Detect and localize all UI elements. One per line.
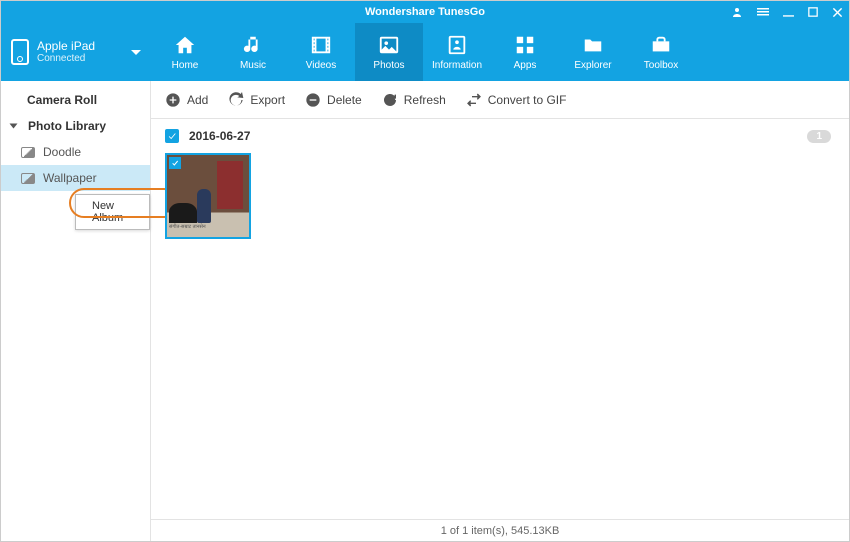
sidebar: Camera Roll Photo Library Doodle Wallpap… [1, 81, 151, 541]
export-button[interactable]: Export [228, 92, 285, 108]
nav-toolbox[interactable]: Toolbox [627, 23, 695, 81]
device-name: Apple iPad [37, 39, 95, 53]
sidebar-label: Doodle [43, 145, 81, 159]
nav-label: Explorer [574, 60, 611, 71]
sidebar-item-wallpaper[interactable]: Wallpaper [1, 165, 150, 191]
nav-label: Videos [306, 60, 336, 71]
thumbnail-checkbox[interactable] [169, 157, 181, 169]
menu-icon[interactable] [757, 6, 769, 18]
button-label: Convert to GIF [488, 93, 567, 107]
section-checkbox[interactable] [165, 129, 179, 143]
nav-label: Information [432, 60, 482, 71]
button-label: Add [187, 93, 208, 107]
nav-photos[interactable]: Photos [355, 23, 423, 81]
chevron-down-icon [131, 50, 141, 55]
nav-label: Home [172, 60, 199, 71]
app-window: Wondershare TunesGo Apple iPad Connected… [0, 0, 850, 542]
triangle-down-icon [10, 124, 18, 129]
section-count-badge: 1 [807, 130, 831, 143]
device-selector[interactable]: Apple iPad Connected [1, 23, 151, 81]
main-panel: Add Export Delete Refresh Convert to GIF [151, 81, 849, 541]
sidebar-label: Photo Library [28, 119, 106, 133]
sidebar-label: Camera Roll [27, 93, 97, 107]
thumbnail-grid: संगीत-सम्राट तानसेन [151, 147, 849, 519]
nav-label: Apps [514, 60, 537, 71]
thumbnail-caption: संगीत-सम्राट तानसेन [167, 223, 249, 237]
nav-apps[interactable]: Apps [491, 23, 559, 81]
device-status: Connected [37, 53, 95, 65]
button-label: Delete [327, 93, 362, 107]
add-button[interactable]: Add [165, 92, 208, 108]
nav-information[interactable]: Information [423, 23, 491, 81]
nav-home[interactable]: Home [151, 23, 219, 81]
photo-thumbnail[interactable]: संगीत-सम्राट तानसेन [165, 153, 251, 239]
titlebar: Wondershare TunesGo [1, 1, 849, 23]
nav-music[interactable]: Music [219, 23, 287, 81]
body: Camera Roll Photo Library Doodle Wallpap… [1, 81, 849, 541]
minimize-button[interactable] [783, 7, 794, 18]
image-icon [21, 173, 35, 184]
nav-explorer[interactable]: Explorer [559, 23, 627, 81]
button-label: Export [250, 93, 285, 107]
section-header: 2016-06-27 1 [151, 119, 849, 147]
sidebar-item-photo-library[interactable]: Photo Library [1, 113, 150, 139]
convert-button[interactable]: Convert to GIF [466, 92, 567, 108]
toolbar: Add Export Delete Refresh Convert to GIF [151, 81, 849, 119]
user-icon[interactable] [731, 6, 743, 18]
delete-button[interactable]: Delete [305, 92, 362, 108]
sidebar-item-camera-roll[interactable]: Camera Roll [1, 87, 150, 113]
nav-videos[interactable]: Videos [287, 23, 355, 81]
status-bar: 1 of 1 item(s), 545.13KB [151, 519, 849, 541]
device-label: Apple iPad Connected [37, 39, 95, 65]
tablet-icon [11, 39, 29, 65]
nav-label: Toolbox [644, 60, 678, 71]
close-button[interactable] [832, 7, 843, 18]
nav-label: Music [240, 60, 266, 71]
context-menu-new-album[interactable]: New Album [75, 194, 150, 230]
nav-tabs: Home Music Videos Photos Information App… [151, 23, 849, 81]
section-date: 2016-06-27 [189, 129, 250, 143]
image-icon [21, 147, 35, 158]
topbar: Apple iPad Connected Home Music Videos P… [1, 23, 849, 81]
button-label: Refresh [404, 93, 446, 107]
window-controls [731, 1, 843, 23]
nav-label: Photos [373, 60, 404, 71]
sidebar-label: Wallpaper [43, 171, 97, 185]
sidebar-item-doodle[interactable]: Doodle [1, 139, 150, 165]
app-title: Wondershare TunesGo [365, 6, 485, 18]
refresh-button[interactable]: Refresh [382, 92, 446, 108]
status-text: 1 of 1 item(s), 545.13KB [441, 525, 560, 537]
maximize-button[interactable] [808, 7, 818, 17]
menu-item-label: New Album [92, 200, 123, 224]
